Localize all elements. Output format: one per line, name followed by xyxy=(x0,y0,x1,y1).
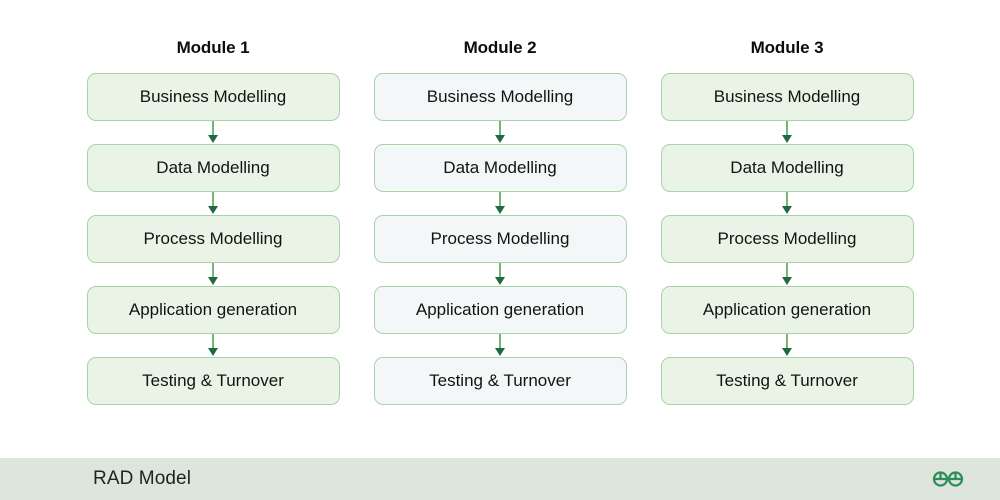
footer-bar: RAD Model xyxy=(0,458,1000,500)
stage-box-testing-turnover[interactable]: Testing & Turnover xyxy=(373,357,627,405)
diagram-canvas: Module 1 Business Modelling Data Modelli… xyxy=(0,0,1000,458)
arrow-connector xyxy=(374,263,627,286)
arrow-connector xyxy=(87,263,340,286)
stage-box-data-modelling[interactable]: Data Modelling xyxy=(660,144,914,192)
module-title-3: Module 3 xyxy=(750,38,824,57)
arrow-connector xyxy=(661,192,914,215)
stage-box-process-modelling[interactable]: Process Modelling xyxy=(373,215,627,263)
stage-list-3: Business Modelling Data Modelling Proces… xyxy=(660,73,914,405)
arrow-connector xyxy=(87,121,340,144)
arrow-connector xyxy=(374,334,627,357)
arrow-connector xyxy=(87,334,340,357)
stage-box-application-generation[interactable]: Application generation xyxy=(86,286,340,334)
stage-box-data-modelling[interactable]: Data Modelling xyxy=(86,144,340,192)
module-column-2: Module 2 Business Modelling Data Modelli… xyxy=(373,38,627,405)
module-column-3: Module 3 Business Modelling Data Modelli… xyxy=(660,38,914,405)
arrow-head-icon xyxy=(208,135,218,143)
arrow-head-icon xyxy=(208,277,218,285)
arrow-connector xyxy=(87,192,340,215)
module-column-1: Module 1 Business Modelling Data Modelli… xyxy=(86,38,340,405)
arrow-connector xyxy=(374,192,627,215)
arrow-head-icon xyxy=(782,135,792,143)
arrow-head-icon xyxy=(782,277,792,285)
stage-box-testing-turnover[interactable]: Testing & Turnover xyxy=(660,357,914,405)
arrow-head-icon xyxy=(495,135,505,143)
arrow-head-icon xyxy=(495,277,505,285)
stage-box-data-modelling[interactable]: Data Modelling xyxy=(373,144,627,192)
diagram-caption: RAD Model xyxy=(93,468,192,489)
arrow-connector xyxy=(661,334,914,357)
arrow-connector xyxy=(374,121,627,144)
stage-box-business-modelling[interactable]: Business Modelling xyxy=(373,73,627,121)
arrow-connector xyxy=(661,121,914,144)
stage-list-2: Business Modelling Data Modelling Proces… xyxy=(373,73,627,405)
arrow-head-icon xyxy=(495,348,505,356)
arrow-connector xyxy=(661,263,914,286)
stage-box-application-generation[interactable]: Application generation xyxy=(373,286,627,334)
arrow-head-icon xyxy=(208,348,218,356)
stage-box-application-generation[interactable]: Application generation xyxy=(660,286,914,334)
module-columns-container: Module 1 Business Modelling Data Modelli… xyxy=(0,0,1000,458)
stage-box-process-modelling[interactable]: Process Modelling xyxy=(660,215,914,263)
stage-box-business-modelling[interactable]: Business Modelling xyxy=(86,73,340,121)
arrow-head-icon xyxy=(495,206,505,214)
stage-box-process-modelling[interactable]: Process Modelling xyxy=(86,215,340,263)
stage-box-testing-turnover[interactable]: Testing & Turnover xyxy=(86,357,340,405)
module-title-1: Module 1 xyxy=(176,38,250,57)
geeksforgeeks-logo-icon xyxy=(926,466,970,492)
arrow-head-icon xyxy=(208,206,218,214)
stage-list-1: Business Modelling Data Modelling Proces… xyxy=(86,73,340,405)
arrow-head-icon xyxy=(782,206,792,214)
module-title-2: Module 2 xyxy=(463,38,537,57)
arrow-head-icon xyxy=(782,348,792,356)
stage-box-business-modelling[interactable]: Business Modelling xyxy=(660,73,914,121)
